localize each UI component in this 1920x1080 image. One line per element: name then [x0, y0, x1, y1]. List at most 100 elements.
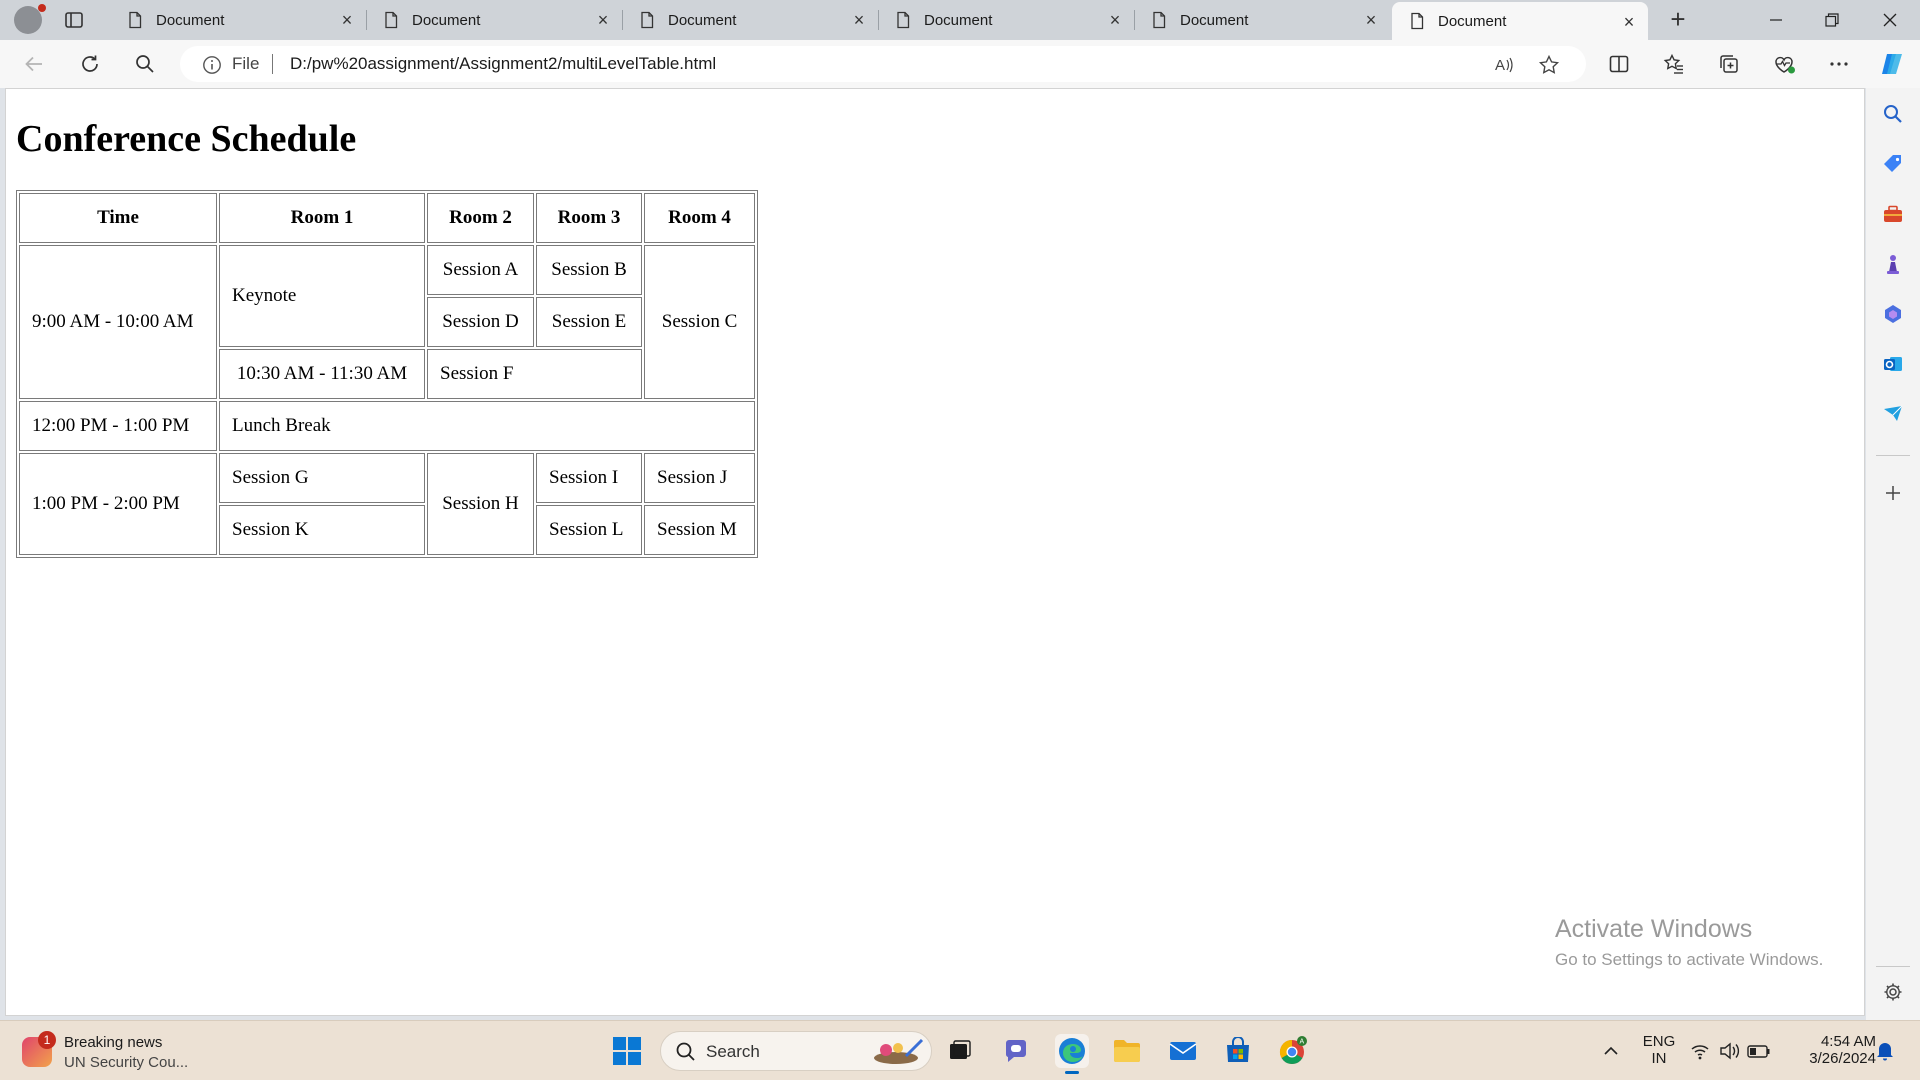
chess-piece-icon: [1887, 255, 1899, 274]
tab-title: Document: [924, 11, 993, 29]
mail-envelope-icon: [1169, 1042, 1197, 1060]
schedule-table: Time Room 1 Room 2 Room 3 Room 4 9:00 AM…: [16, 190, 758, 558]
teams-button[interactable]: [999, 1034, 1033, 1068]
profile-avatar-icon[interactable]: [14, 4, 46, 34]
sidebar-shopping[interactable]: [1880, 151, 1906, 177]
sidebar-games[interactable]: [1880, 251, 1906, 277]
notifications-button[interactable]: [1870, 1034, 1900, 1068]
language-region: IN: [1651, 1050, 1667, 1067]
tab-title: Document: [1438, 12, 1507, 30]
sidebar-search[interactable]: [1880, 101, 1906, 127]
split-screen-icon: [1609, 55, 1629, 73]
language-code: ENG: [1642, 1033, 1676, 1050]
tab-3[interactable]: Document ×: [622, 0, 878, 40]
read-aloud-icon[interactable]: A: [1493, 54, 1515, 76]
chrome-button[interactable]: A: [1276, 1034, 1310, 1068]
tab-2[interactable]: Document ×: [366, 0, 622, 40]
close-tab-icon[interactable]: ×: [594, 11, 612, 29]
tab-6-active[interactable]: Document ×: [1392, 2, 1648, 40]
notification-bell-icon: [1877, 1043, 1893, 1061]
mail-button[interactable]: [1166, 1034, 1200, 1068]
show-hidden-icons-button[interactable]: [1594, 1034, 1628, 1068]
restore-icon: [1825, 13, 1839, 27]
start-button[interactable]: [610, 1034, 644, 1068]
tab-actions-icon[interactable]: [64, 10, 84, 30]
site-scheme-label: File: [232, 54, 260, 73]
gear-icon: [1884, 983, 1902, 1001]
outlook-icon: [1884, 357, 1902, 371]
windows-taskbar: 1 Breaking news UN Security Cou... Searc…: [0, 1020, 1920, 1080]
chevron-up-icon: [1604, 1046, 1618, 1055]
document-icon: [129, 11, 142, 29]
close-icon: [1883, 13, 1897, 27]
browser-essentials-button[interactable]: [1770, 50, 1798, 78]
minimize-button[interactable]: [1748, 0, 1804, 40]
collections-button[interactable]: [1715, 50, 1743, 78]
new-tab-button[interactable]: +: [1662, 4, 1694, 36]
header-row: Time Room 1 Room 2 Room 3 Room 4: [19, 193, 755, 243]
taskbar-search[interactable]: Search: [660, 1031, 932, 1071]
tab-title: Document: [412, 11, 481, 29]
edge-taskbar-button[interactable]: [1055, 1034, 1089, 1074]
tab-5[interactable]: Document ×: [1134, 0, 1390, 40]
sidebar-tools[interactable]: [1880, 201, 1906, 227]
copilot-button[interactable]: [1878, 50, 1906, 78]
close-tab-icon[interactable]: ×: [1362, 11, 1380, 29]
tab-1[interactable]: Document ×: [110, 0, 366, 40]
svg-text:A: A: [1495, 57, 1505, 74]
sidebar-settings[interactable]: [1880, 979, 1906, 1005]
favorites-button[interactable]: [1660, 50, 1688, 78]
close-tab-icon[interactable]: ×: [1620, 13, 1638, 31]
back-button[interactable]: [20, 50, 48, 78]
document-icon: [641, 11, 654, 29]
document-icon: [385, 11, 398, 29]
sidebar-send[interactable]: [1880, 401, 1906, 427]
back-arrow-icon: [25, 56, 42, 72]
session-cell: Session I: [536, 453, 642, 503]
session-cell: Session C: [644, 245, 755, 399]
session-cell: Keynote: [219, 245, 425, 347]
clock[interactable]: 4:54 AM 3/26/2024: [1790, 1033, 1876, 1067]
restore-button[interactable]: [1804, 0, 1860, 40]
clock-time: 4:54 AM: [1820, 1033, 1876, 1050]
sidebar-add[interactable]: [1880, 480, 1906, 506]
close-tab-icon[interactable]: ×: [850, 11, 868, 29]
search-highlight-icon: [874, 1038, 924, 1064]
close-tab-icon[interactable]: ×: [338, 11, 356, 29]
store-button[interactable]: [1221, 1034, 1255, 1068]
url-text[interactable]: D:/pw%20assignment/Assignment2/multiLeve…: [290, 54, 716, 74]
language-indicator[interactable]: ENG IN: [1638, 1033, 1680, 1067]
more-menu-button[interactable]: [1825, 50, 1853, 78]
header-room1: Room 1: [219, 193, 425, 243]
tab-4[interactable]: Document ×: [878, 0, 1134, 40]
svg-text:A: A: [1300, 1039, 1305, 1046]
time-cell: 12:00 PM - 1:00 PM: [19, 401, 217, 451]
refresh-icon: [82, 55, 98, 72]
sidebar-microsoft365[interactable]: [1880, 301, 1906, 327]
file-explorer-button[interactable]: [1110, 1034, 1144, 1068]
microsoft365-icon: [1885, 305, 1901, 323]
refresh-button[interactable]: [76, 50, 104, 78]
quick-settings-button[interactable]: [1688, 1034, 1778, 1068]
activate-windows-watermark: Activate Windows Go to Settings to activ…: [1555, 915, 1823, 970]
close-window-button[interactable]: [1862, 0, 1918, 40]
browser-toolbar: File D:/pw%20assignment/Assignment2/mult…: [0, 40, 1920, 88]
sidebar-outlook[interactable]: [1880, 351, 1906, 377]
session-cell: Session K: [219, 505, 425, 555]
search-icon: [676, 1042, 695, 1061]
document-icon: [1153, 11, 1166, 29]
search-tab-button[interactable]: [131, 50, 159, 78]
toolbox-icon: [1884, 205, 1902, 222]
address-bar[interactable]: File D:/pw%20assignment/Assignment2/mult…: [180, 46, 1586, 82]
close-tab-icon[interactable]: ×: [1106, 11, 1124, 29]
network-volume-battery-icons: [1691, 1042, 1770, 1060]
tab-title: Document: [156, 11, 225, 29]
split-screen-button[interactable]: [1605, 50, 1633, 78]
task-view-button[interactable]: [943, 1034, 977, 1068]
session-cell: Session A: [427, 245, 534, 295]
info-icon[interactable]: [202, 55, 222, 75]
news-widget[interactable]: 1 Breaking news UN Security Cou...: [22, 1031, 202, 1073]
session-cell: Session G: [219, 453, 425, 503]
favorite-star-icon[interactable]: [1538, 54, 1560, 76]
more-dots-icon: [1830, 62, 1848, 66]
